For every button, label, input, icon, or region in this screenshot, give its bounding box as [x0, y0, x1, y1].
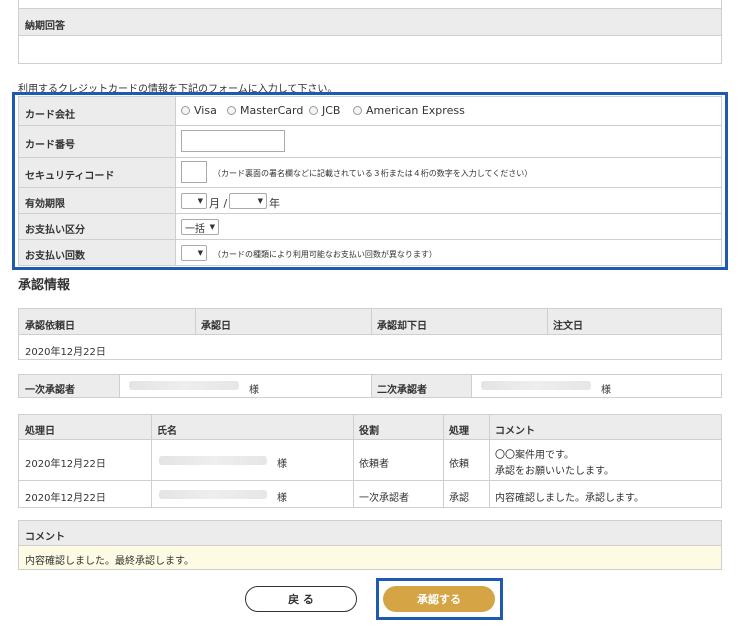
divider	[371, 309, 372, 334]
divider	[371, 375, 372, 397]
divider	[19, 439, 721, 440]
row1-role: 依頼者	[359, 459, 389, 470]
divider	[19, 35, 721, 36]
divider	[443, 415, 444, 507]
header-role: 役割	[359, 426, 379, 437]
header-reject-date: 承認却下日	[377, 321, 427, 332]
header-process-date: 処理日	[25, 426, 55, 437]
divider	[547, 309, 548, 334]
dates-header-row	[19, 309, 721, 334]
approval-dates-table: 承認依頼日 承認日 承認却下日 注文日 2020年12月22日	[18, 308, 722, 360]
header-comment: コメント	[495, 426, 535, 437]
delivery-reply-label: 納期回答	[25, 21, 65, 32]
row1-comment-line2: 承認をお願いいたします。	[495, 466, 614, 477]
header-approval-date: 承認日	[201, 321, 231, 332]
header-request-date: 承認依頼日	[25, 321, 75, 332]
row2-role: 一次承認者	[359, 493, 409, 504]
header-action: 処理	[449, 426, 469, 437]
second-approver-name-redacted	[481, 381, 591, 390]
request-date-value: 2020年12月22日	[25, 347, 106, 358]
divider	[119, 375, 120, 397]
approvers-table: 一次承認者 様 二次承認者 様	[18, 374, 722, 398]
divider	[195, 309, 196, 334]
comment-value: 内容確認しました。最終承認します。	[25, 556, 194, 567]
first-approver-name-redacted	[129, 381, 239, 390]
second-approver-label: 二次承認者	[377, 385, 427, 396]
row2-date: 2020年12月22日	[25, 493, 106, 504]
row2-name-redacted	[159, 490, 267, 499]
approval-history-table: 処理日 氏名 役割 処理 コメント 2020年12月22日 様 依頼者 依頼 〇…	[18, 414, 722, 508]
first-approver-label: 一次承認者	[25, 385, 75, 396]
row1-honorific: 様	[277, 459, 287, 470]
row1-name-redacted	[159, 456, 267, 465]
comment-header-row	[19, 521, 721, 545]
divider	[151, 415, 152, 507]
delivery-reply-section: 納期回答	[18, 0, 722, 64]
row2-action: 承認	[449, 493, 469, 504]
row2-comment: 内容確認しました。承認します。	[495, 493, 644, 504]
divider	[489, 415, 490, 507]
divider	[19, 480, 721, 481]
row1-action: 依頼	[449, 459, 469, 470]
comment-value-cell: 内容確認しました。最終承認します。	[19, 546, 721, 569]
approval-title: 承認情報	[18, 278, 71, 293]
row1-date: 2020年12月22日	[25, 459, 106, 470]
divider	[19, 334, 721, 335]
header-order-date: 注文日	[553, 321, 583, 332]
approve-button-highlight	[376, 578, 503, 620]
divider	[353, 415, 354, 507]
header-name: 氏名	[157, 426, 177, 437]
delivery-reply-header: 納期回答	[19, 9, 721, 35]
comment-label: コメント	[25, 532, 65, 543]
second-approver-honorific: 様	[601, 385, 611, 396]
divider	[471, 375, 472, 397]
approval-comment-box: コメント 内容確認しました。最終承認します。	[18, 520, 722, 570]
first-approver-honorific: 様	[249, 385, 259, 396]
back-button[interactable]: 戻 る	[245, 586, 357, 612]
row2-honorific: 様	[277, 493, 287, 504]
card-form-highlight	[12, 92, 728, 270]
row1-comment-line1: 〇〇案件用です。	[495, 450, 574, 461]
